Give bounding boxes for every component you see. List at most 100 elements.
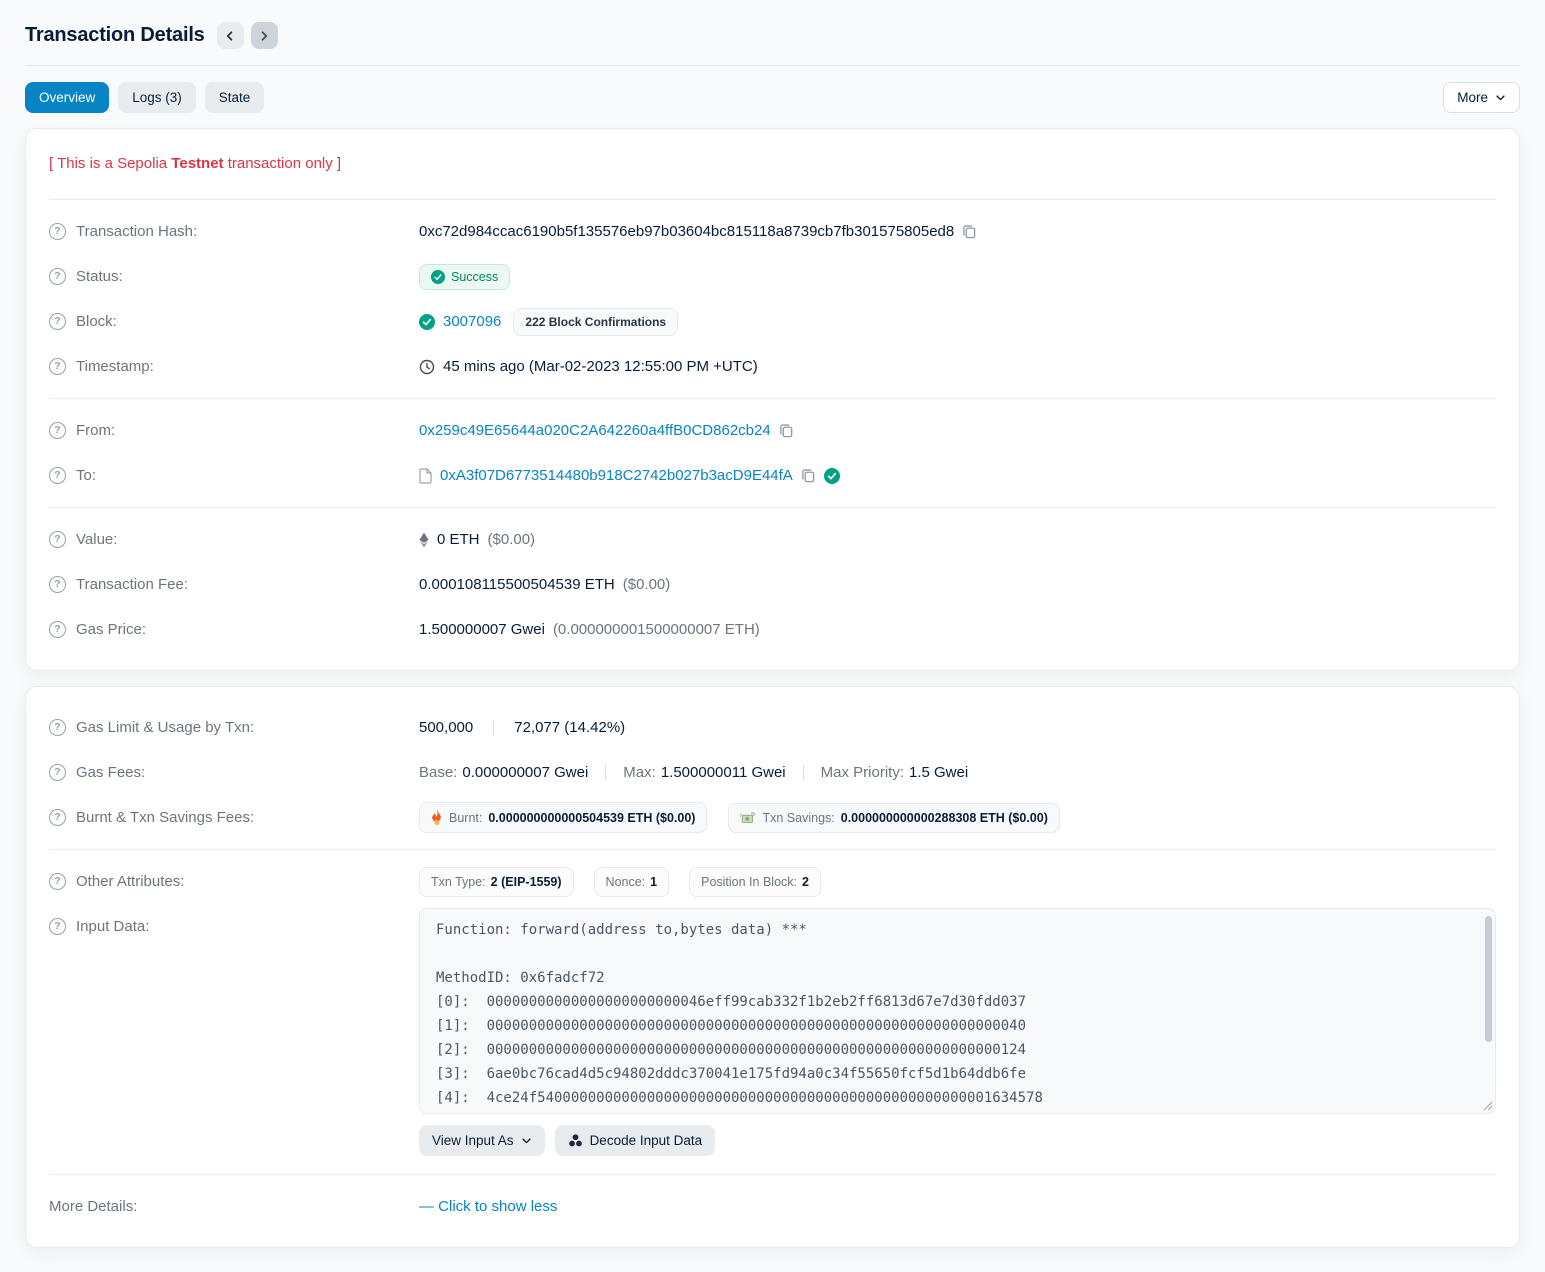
help-icon[interactable]	[49, 621, 66, 638]
status-row: Status: Success	[49, 254, 1496, 299]
from-row: From: 0x259c49E65644a020C2A642260a4ffB0C…	[49, 408, 1496, 453]
gas-limit-value: 500,000	[419, 719, 473, 736]
gas-fees-label: Gas Fees:	[76, 764, 145, 781]
gas-usage-value: 72,077 (14.42%)	[514, 719, 625, 736]
next-transaction-button[interactable]	[251, 22, 278, 49]
help-icon[interactable]	[49, 223, 66, 240]
txn-type-badge: Txn Type: 2 (EIP-1559)	[419, 867, 574, 897]
input-data-label: Input Data:	[76, 918, 149, 935]
transaction-nav	[217, 22, 278, 49]
tab-logs[interactable]: Logs (3)	[118, 82, 196, 113]
block-number-link[interactable]: 3007096	[443, 313, 501, 330]
separator	[493, 720, 494, 735]
base-fee-value: 0.000000007 Gwei	[462, 764, 588, 781]
help-icon[interactable]	[49, 576, 66, 593]
input-data-box[interactable]: Function: forward(address to,bytes data)…	[419, 908, 1496, 1114]
chevron-left-icon	[224, 30, 236, 42]
max-priority-fee-value: 1.5 Gwei	[909, 764, 968, 781]
tab-overview[interactable]: Overview	[25, 82, 109, 113]
value-label: Value:	[76, 531, 117, 548]
help-icon[interactable]	[49, 764, 66, 781]
burnt-savings-label: Burnt & Txn Savings Fees:	[76, 809, 254, 826]
more-button[interactable]: More	[1443, 82, 1520, 113]
show-less-link[interactable]: — Click to show less	[419, 1198, 557, 1215]
timestamp-label: Timestamp:	[76, 358, 154, 375]
input-data-content: Function: forward(address to,bytes data)…	[420, 909, 1495, 1114]
help-icon[interactable]	[49, 313, 66, 330]
help-icon[interactable]	[49, 268, 66, 285]
chevron-down-icon	[521, 1135, 532, 1146]
txn-savings-fee-badge: Txn Savings: 0.000000000000288308 ETH ($…	[728, 803, 1059, 833]
to-address-link[interactable]: 0xA3f07D6773514480b918C2742b027b3acD9E44…	[440, 467, 793, 484]
status-badge: Success	[419, 264, 510, 290]
clock-icon	[419, 359, 435, 375]
block-row: Block: 3007096 222 Block Confirmations	[49, 299, 1496, 344]
chevron-down-icon	[1495, 92, 1506, 103]
resize-handle[interactable]	[1483, 1101, 1493, 1111]
burnt-fee-badge: Burnt: 0.000000000000504539 ETH ($0.00)	[419, 802, 707, 833]
burnt-savings-row: Burnt & Txn Savings Fees: Burnt: 0.00000…	[49, 795, 1496, 840]
gas-price-row: Gas Price: 1.500000007 Gwei (0.000000001…	[49, 607, 1496, 652]
help-icon[interactable]	[49, 809, 66, 826]
help-icon[interactable]	[49, 719, 66, 736]
divider	[49, 398, 1496, 399]
view-input-as-button[interactable]: View Input As	[419, 1125, 545, 1156]
decode-input-data-button[interactable]: Decode Input Data	[555, 1125, 716, 1156]
input-data-row: Input Data: Function: forward(address to…	[49, 908, 1496, 1156]
base-fee-label: Base:	[419, 764, 457, 781]
divider	[49, 507, 1496, 508]
divider	[49, 1174, 1496, 1175]
help-icon[interactable]	[49, 873, 66, 890]
transaction-hash-row: Transaction Hash: 0xc72d984ccac6190b5f13…	[49, 209, 1496, 254]
page-title: Transaction Details	[25, 24, 205, 47]
help-icon[interactable]	[49, 918, 66, 935]
from-address-link[interactable]: 0x259c49E65644a020C2A642260a4ffB0CD862cb…	[419, 422, 771, 439]
value-amount: 0 ETH	[437, 531, 480, 548]
help-icon[interactable]	[49, 467, 66, 484]
transaction-fee-label: Transaction Fee:	[76, 576, 188, 593]
previous-transaction-button[interactable]	[217, 22, 244, 49]
max-fee-value: 1.500000011 Gwei	[661, 764, 786, 781]
decode-icon	[568, 1133, 583, 1148]
from-label: From:	[76, 422, 115, 439]
timestamp-row: Timestamp: 45 mins ago (Mar-02-2023 12:5…	[49, 344, 1496, 389]
txn-savings-value: 0.000000000000288308 ETH ($0.00)	[841, 811, 1048, 825]
burnt-value: 0.000000000000504539 ETH ($0.00)	[488, 811, 695, 825]
input-data-scrollbar[interactable]	[1485, 916, 1492, 1042]
copy-icon	[779, 423, 794, 438]
copy-transaction-hash-button[interactable]	[962, 224, 977, 239]
other-attributes-row: Other Attributes: Txn Type: 2 (EIP-1559)…	[49, 859, 1496, 904]
copy-from-address-button[interactable]	[779, 423, 794, 438]
copy-icon	[801, 468, 816, 483]
to-row: To: 0xA3f07D6773514480b918C2742b027b3acD…	[49, 453, 1496, 498]
gas-price-label: Gas Price:	[76, 621, 146, 638]
verified-contract-icon	[824, 468, 840, 484]
tab-state[interactable]: State	[205, 82, 265, 113]
transaction-fee-amount: 0.000108115500504539 ETH	[419, 576, 615, 593]
transaction-hash-value: 0xc72d984ccac6190b5f135576eb97b03604bc81…	[419, 223, 954, 240]
divider	[49, 199, 1496, 200]
other-attributes-label: Other Attributes:	[76, 873, 184, 890]
flame-icon	[431, 810, 443, 825]
value-row: Value: 0 ETH ($0.00)	[49, 517, 1496, 562]
copy-icon	[962, 224, 977, 239]
block-label: Block:	[76, 313, 117, 330]
block-finalized-icon	[419, 314, 435, 330]
gas-fees-row: Gas Fees: Base: 0.000000007 Gwei Max: 1.…	[49, 750, 1496, 795]
burnt-label: Burnt:	[449, 811, 482, 825]
divider	[49, 849, 1496, 850]
help-icon[interactable]	[49, 422, 66, 439]
help-icon[interactable]	[49, 358, 66, 375]
position-in-block-badge: Position In Block: 2	[689, 867, 821, 897]
money-wings-icon	[740, 811, 756, 824]
max-priority-fee-label: Max Priority:	[821, 764, 904, 781]
tab-bar: Overview Logs (3) State More	[25, 82, 1520, 113]
block-confirmations-badge: 222 Block Confirmations	[513, 308, 678, 336]
separator	[803, 765, 804, 780]
timestamp-value: 45 mins ago (Mar-02-2023 12:55:00 PM +UT…	[443, 358, 758, 375]
chevron-right-icon	[258, 30, 270, 42]
overview-card: [ This is a Sepolia Testnet transaction …	[25, 128, 1520, 671]
copy-to-address-button[interactable]	[801, 468, 816, 483]
to-label: To:	[76, 467, 96, 484]
help-icon[interactable]	[49, 531, 66, 548]
